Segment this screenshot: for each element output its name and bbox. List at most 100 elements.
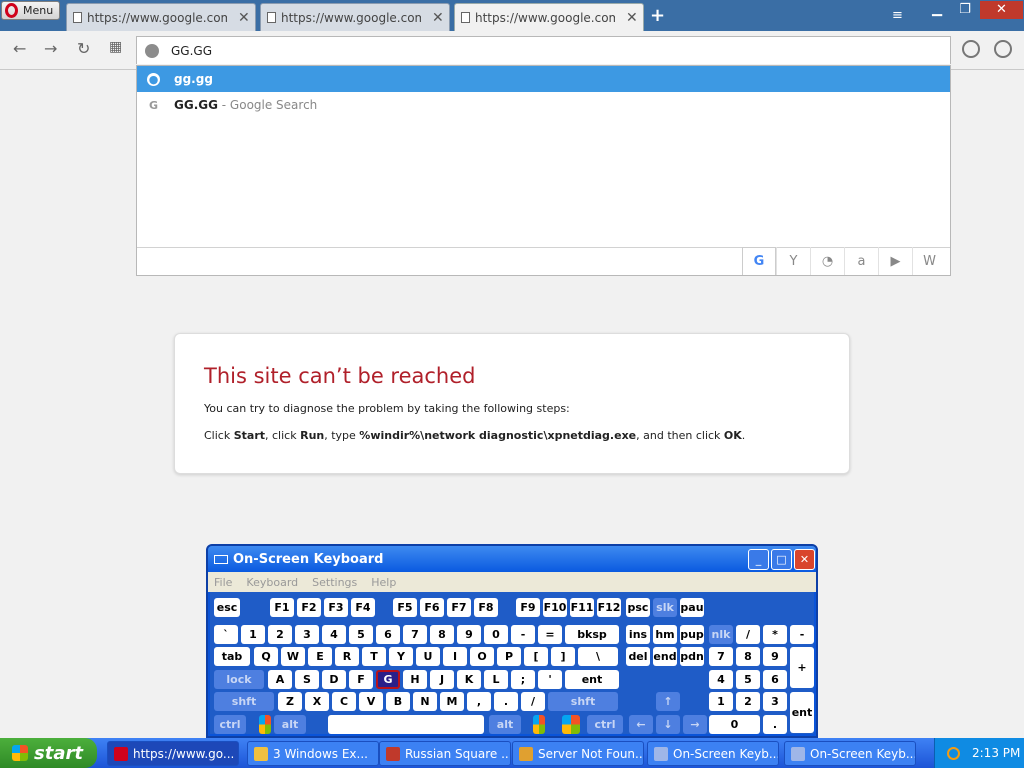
key-4[interactable]: 4 bbox=[322, 625, 346, 644]
key-6[interactable]: 6 bbox=[763, 670, 787, 689]
duckduckgo-icon[interactable]: ◔ bbox=[810, 247, 844, 275]
key-i[interactable]: I bbox=[443, 647, 467, 666]
key-w[interactable]: W bbox=[281, 647, 305, 666]
key-lock[interactable]: lock bbox=[214, 670, 264, 689]
maximize-icon[interactable]: □ bbox=[771, 549, 792, 570]
key-k[interactable]: K bbox=[457, 670, 481, 689]
tab-close-icon[interactable]: ✕ bbox=[238, 10, 250, 26]
menu-keyboard[interactable]: Keyboard bbox=[246, 576, 298, 589]
key-ins[interactable]: ins bbox=[626, 625, 650, 644]
key-6[interactable]: 6 bbox=[376, 625, 400, 644]
key-shft[interactable]: shft bbox=[214, 692, 274, 711]
minimize-icon[interactable]: ▁ bbox=[924, 1, 950, 19]
address-bar[interactable]: GG.GG bbox=[136, 36, 951, 64]
start-button[interactable]: start bbox=[0, 738, 97, 768]
key-psc[interactable]: psc bbox=[626, 598, 650, 617]
key-9[interactable]: 9 bbox=[763, 647, 787, 666]
key-pau[interactable]: pau bbox=[680, 598, 704, 617]
key-[interactable]: = bbox=[538, 625, 562, 644]
key-esc[interactable]: esc bbox=[214, 598, 240, 617]
key-1[interactable]: 1 bbox=[709, 692, 733, 711]
key-j[interactable]: J bbox=[430, 670, 454, 689]
key-pup[interactable]: pup bbox=[680, 625, 704, 644]
menu-key-icon[interactable] bbox=[562, 715, 580, 734]
yahoo-icon[interactable]: Y bbox=[776, 247, 810, 275]
key-tab[interactable]: tab bbox=[214, 647, 250, 666]
wikipedia-icon[interactable]: W bbox=[912, 247, 946, 275]
account-icon[interactable] bbox=[994, 40, 1012, 58]
taskbar-item[interactable]: On-Screen Keyb... bbox=[647, 741, 779, 766]
close-window-icon[interactable]: ✕ bbox=[980, 1, 1023, 19]
key-[interactable]: / bbox=[736, 625, 760, 644]
tab-close-icon[interactable]: ✕ bbox=[432, 10, 444, 26]
windows-key-icon[interactable] bbox=[533, 715, 545, 734]
key-[interactable]: ` bbox=[214, 625, 238, 644]
taskbar-item[interactable]: Server Not Foun... bbox=[512, 741, 644, 766]
key-pdn[interactable]: pdn bbox=[680, 647, 704, 666]
tab-close-icon[interactable]: ✕ bbox=[626, 10, 638, 26]
key-q[interactable]: Q bbox=[254, 647, 278, 666]
key-f9[interactable]: F9 bbox=[516, 598, 540, 617]
key-ent[interactable]: ent bbox=[790, 692, 814, 733]
address-input[interactable]: GG.GG bbox=[171, 44, 212, 58]
key-v[interactable]: V bbox=[359, 692, 383, 711]
key-f7[interactable]: F7 bbox=[447, 598, 471, 617]
key-p[interactable]: P bbox=[497, 647, 521, 666]
key-e[interactable]: E bbox=[308, 647, 332, 666]
key-2[interactable]: 2 bbox=[268, 625, 292, 644]
key-[interactable]: - bbox=[511, 625, 535, 644]
key-[interactable]: * bbox=[763, 625, 787, 644]
key-f1[interactable]: F1 bbox=[270, 598, 294, 617]
key-del[interactable]: del bbox=[626, 647, 650, 666]
key-ctrl[interactable]: ctrl bbox=[214, 715, 246, 734]
key-2[interactable]: 2 bbox=[736, 692, 760, 711]
key-g[interactable]: G bbox=[376, 670, 400, 689]
key-a[interactable]: A bbox=[268, 670, 292, 689]
key-[interactable]: . bbox=[763, 715, 787, 734]
key-x[interactable]: X bbox=[305, 692, 329, 711]
key-[interactable]: [ bbox=[524, 647, 548, 666]
forward-icon[interactable]: → bbox=[44, 39, 57, 58]
bing-icon[interactable]: ▶ bbox=[878, 247, 912, 275]
key-bksp[interactable]: bksp bbox=[565, 625, 619, 644]
spacebar-key[interactable] bbox=[328, 715, 484, 734]
up-arrow-key[interactable]: ↑ bbox=[656, 692, 680, 711]
maximize-icon[interactable]: ❐ bbox=[952, 1, 978, 19]
taskbar-item[interactable]: https://www.go... bbox=[107, 741, 239, 766]
key-shft[interactable]: shft bbox=[548, 692, 618, 711]
key-f5[interactable]: F5 bbox=[393, 598, 417, 617]
back-icon[interactable]: ← bbox=[13, 39, 26, 58]
key-r[interactable]: R bbox=[335, 647, 359, 666]
key-f[interactable]: F bbox=[349, 670, 373, 689]
browser-menu-button[interactable]: Menu bbox=[1, 1, 60, 20]
key-f12[interactable]: F12 bbox=[597, 598, 621, 617]
key-f11[interactable]: F11 bbox=[570, 598, 594, 617]
key-[interactable]: ; bbox=[511, 670, 535, 689]
menu-file[interactable]: File bbox=[214, 576, 232, 589]
key-8[interactable]: 8 bbox=[736, 647, 760, 666]
menu-help[interactable]: Help bbox=[371, 576, 396, 589]
key-[interactable]: + bbox=[790, 647, 814, 688]
key-y[interactable]: Y bbox=[389, 647, 413, 666]
key-slk[interactable]: slk bbox=[653, 598, 677, 617]
key-b[interactable]: B bbox=[386, 692, 410, 711]
key-5[interactable]: 5 bbox=[349, 625, 373, 644]
key-3[interactable]: 3 bbox=[763, 692, 787, 711]
key-5[interactable]: 5 bbox=[736, 670, 760, 689]
taskbar-item[interactable]: 3 Windows Ex... bbox=[247, 741, 379, 766]
suggestion-item[interactable]: G GG.GG - Google Search bbox=[137, 92, 950, 118]
key-t[interactable]: T bbox=[362, 647, 386, 666]
key-l[interactable]: L bbox=[484, 670, 508, 689]
key-end[interactable]: end bbox=[653, 647, 677, 666]
key-f10[interactable]: F10 bbox=[543, 598, 567, 617]
key-0[interactable]: 0 bbox=[709, 715, 760, 734]
key-u[interactable]: U bbox=[416, 647, 440, 666]
reload-icon[interactable]: ↻ bbox=[77, 39, 90, 58]
key-o[interactable]: O bbox=[470, 647, 494, 666]
left-arrow-key[interactable]: ← bbox=[629, 715, 653, 734]
right-arrow-key[interactable]: → bbox=[683, 715, 707, 734]
down-arrow-key[interactable]: ↓ bbox=[656, 715, 680, 734]
key-d[interactable]: D bbox=[322, 670, 346, 689]
key-7[interactable]: 7 bbox=[403, 625, 427, 644]
windows-key-icon[interactable] bbox=[259, 715, 271, 734]
